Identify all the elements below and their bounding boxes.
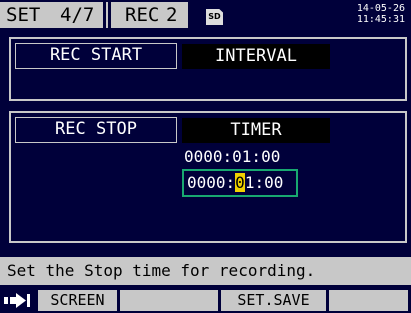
rec-start-label: REC START [15, 43, 177, 69]
clock-time: 11:45:31 [356, 14, 405, 25]
page-indicator: 4/7 [60, 4, 95, 26]
sd-card-icon: SD [206, 9, 223, 25]
set-save-button[interactable]: SET.SAVE [221, 290, 326, 311]
screen-button[interactable]: SCREEN [38, 290, 117, 311]
clock-date: 14-05-26 [356, 3, 405, 14]
rec-stop-label: REC STOP [15, 117, 177, 143]
tab-rec[interactable]: REC 2 [108, 2, 188, 28]
exit-arrow-icon[interactable] [4, 292, 34, 309]
rec-stop-value[interactable]: TIMER [182, 118, 330, 143]
stop-timer-input[interactable]: 0000:01:00 [182, 169, 298, 197]
timer-edit-suffix: 1:00 [244, 173, 284, 192]
help-message: Set the Stop time for recording. [0, 257, 411, 285]
stop-timer-current: 0000:01:00 [184, 147, 281, 166]
timer-edit-cursor[interactable]: 0 [235, 173, 245, 192]
mode-label: SET [6, 4, 41, 26]
rec-start-value[interactable]: INTERVAL [182, 44, 330, 69]
tab-divider [103, 2, 106, 28]
clock: 14-05-26 11:45:31 [349, 3, 405, 25]
tab-rec-number: 2 [166, 4, 178, 26]
function-key-2[interactable] [120, 290, 218, 311]
function-key-4[interactable] [329, 290, 408, 311]
timer-edit-prefix: 0000: [187, 173, 236, 192]
tab-rec-label: REC [125, 4, 160, 26]
